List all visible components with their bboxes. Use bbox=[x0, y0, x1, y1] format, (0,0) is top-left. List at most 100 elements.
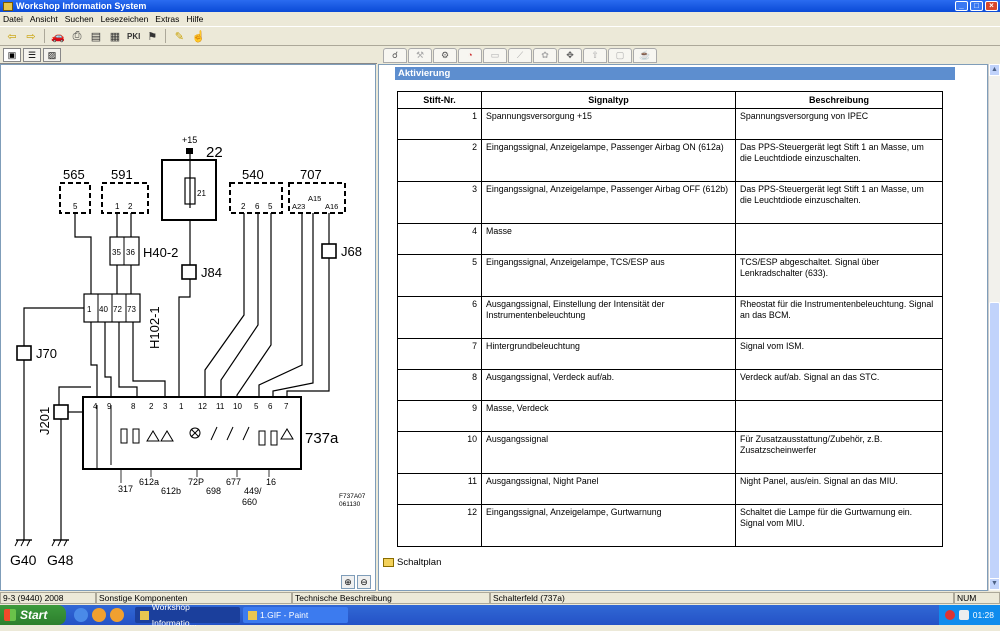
pin-737-4: 4 bbox=[93, 402, 98, 411]
maximize-button[interactable]: □ bbox=[970, 1, 983, 11]
menu-hilfe[interactable]: Hilfe bbox=[186, 14, 203, 24]
tool-icon[interactable]: ⟋ bbox=[508, 47, 532, 63]
pin-565-5: 5 bbox=[73, 202, 78, 211]
move-icon[interactable]: ✥ bbox=[558, 47, 582, 63]
list-icon[interactable]: ☰ bbox=[23, 48, 41, 62]
schaltplan-link[interactable]: Schaltplan bbox=[383, 557, 441, 568]
menu-suchen[interactable]: Suchen bbox=[65, 14, 94, 24]
book-icon[interactable]: ▣ bbox=[3, 48, 21, 62]
signal-cell: Ausgangssignal bbox=[481, 431, 736, 474]
label-plus15: +15 bbox=[182, 135, 197, 145]
description-cell: Night Panel, aus/ein. Signal an das MIU. bbox=[735, 473, 943, 505]
description-cell: Spannungsversorgung von IPEC bbox=[735, 108, 943, 140]
toolbar-separator bbox=[165, 29, 167, 43]
start-button[interactable]: Start bbox=[0, 605, 66, 625]
label-j70: J70 bbox=[36, 346, 57, 361]
zoom-in-icon[interactable]: ⊕ bbox=[341, 575, 355, 589]
pin-cell: 10 bbox=[397, 431, 482, 474]
task-workshop[interactable]: Workshop Informatio... bbox=[135, 602, 240, 628]
label-j68: J68 bbox=[341, 244, 362, 259]
lamp-icon[interactable]: ⚑ bbox=[144, 28, 160, 44]
signal-cell: Eingangssignal, Anzeigelampe, Gurtwarnun… bbox=[481, 504, 736, 547]
description-cell: Schaltet die Lampe für die Gurtwarnung e… bbox=[735, 504, 943, 547]
vertical-scrollbar[interactable]: ▲ ▼ bbox=[988, 64, 1000, 591]
network-icon[interactable] bbox=[958, 610, 969, 620]
main-toolbar: ⇦ ⇨ 🚗 ⎙ ▤ ▦ PKI ⚑ ✎ ☝ bbox=[0, 26, 1000, 46]
status-doctype: Technische Beschreibung bbox=[292, 592, 490, 604]
description-cell: Für Zusatzausstattung/Zubehör, z.B. Zusa… bbox=[735, 431, 943, 474]
zoom-out-icon[interactable]: ⊖ bbox=[357, 575, 371, 589]
document-pane: Aktivierung Stift-Nr. Signaltyp Beschrei… bbox=[378, 64, 988, 591]
pin-737-8: 8 bbox=[131, 402, 136, 411]
left-pane-tabs: ▣ ☰ ▨ bbox=[0, 47, 377, 63]
close-button[interactable]: × bbox=[985, 1, 998, 11]
wiring-diagram: +15 22 21 565 591 540 707 5 1 2 2 6 5 A2… bbox=[10, 135, 366, 568]
pin-cell: 9 bbox=[397, 400, 482, 432]
wiring-diagram-pane: +15 22 21 565 591 540 707 5 1 2 2 6 5 A2… bbox=[0, 64, 376, 591]
menu-lesezeichen[interactable]: Lesezeichen bbox=[101, 14, 149, 24]
print-icon[interactable]: ⎙ bbox=[69, 28, 85, 44]
label-612a: 612a bbox=[139, 477, 159, 487]
cup-icon[interactable]: ☕ bbox=[633, 47, 657, 63]
window-icon[interactable]: ▢ bbox=[608, 47, 632, 63]
label-c565: 565 bbox=[63, 167, 85, 182]
pki-button[interactable]: PKI bbox=[126, 28, 141, 44]
forward-arrow-icon[interactable]: ⇨ bbox=[23, 28, 39, 44]
pin-737-2: 2 bbox=[149, 402, 154, 411]
label-660: 660 bbox=[242, 497, 257, 507]
signal-cell: Eingangssignal, Anzeigelampe, Passenger … bbox=[481, 139, 736, 182]
pin-591-1: 1 bbox=[115, 202, 120, 211]
pdf-icon[interactable]: ▭ bbox=[483, 47, 507, 63]
pin-737-10: 10 bbox=[233, 402, 242, 411]
scroll-up-icon[interactable]: ▲ bbox=[989, 64, 1000, 76]
document-icon[interactable]: ▤ bbox=[88, 28, 104, 44]
label-449: 449/ bbox=[244, 486, 262, 496]
pin-cell: 8 bbox=[397, 369, 482, 401]
description-cell bbox=[735, 223, 943, 255]
stethoscope-icon[interactable]: ☌ bbox=[383, 47, 407, 63]
description-cell: Signal vom ISM. bbox=[735, 338, 943, 370]
back-arrow-icon[interactable]: ⇦ bbox=[4, 28, 20, 44]
schaltplan-label[interactable]: Schaltplan bbox=[397, 557, 441, 568]
table-row: 2 Eingangssignal, Anzeigelampe, Passenger… bbox=[397, 139, 943, 182]
pin-737-1: 1 bbox=[179, 402, 184, 411]
pencil-icon[interactable]: ✎ bbox=[171, 28, 187, 44]
pin-h40-35: 35 bbox=[112, 248, 121, 257]
pin-cell: 5 bbox=[397, 254, 482, 297]
label-c707: 707 bbox=[300, 167, 322, 182]
wrench-icon[interactable]: ⚒ bbox=[408, 47, 432, 63]
pin-737-11: 11 bbox=[216, 402, 225, 411]
menu-datei[interactable]: Datei bbox=[3, 14, 23, 24]
description-cell: TCS/ESP abgeschaltet. Signal über Lenkra… bbox=[735, 254, 943, 297]
scroll-thumb[interactable] bbox=[989, 302, 1000, 587]
toolbar-separator bbox=[44, 29, 45, 43]
export-icon[interactable]: ▦ bbox=[107, 28, 123, 44]
pin-540-2: 2 bbox=[241, 202, 246, 211]
paw-icon[interactable]: ✿ bbox=[533, 47, 557, 63]
antivirus-icon[interactable] bbox=[944, 610, 955, 620]
scroll-down-icon[interactable]: ▼ bbox=[989, 578, 1000, 590]
ie-icon[interactable] bbox=[74, 608, 88, 622]
pointer-icon[interactable]: ☝ bbox=[190, 28, 206, 44]
task-workshop-label: Workshop Informatio... bbox=[151, 602, 197, 628]
menu-extras[interactable]: Extras bbox=[155, 14, 179, 24]
image-icon[interactable]: ▨ bbox=[43, 48, 61, 62]
firefox-icon[interactable] bbox=[92, 608, 106, 622]
label-c540: 540 bbox=[242, 167, 264, 182]
minimize-button[interactable]: _ bbox=[955, 1, 968, 11]
gear-icon[interactable]: ⚙ bbox=[433, 47, 457, 63]
menu-ansicht[interactable]: Ansicht bbox=[30, 14, 58, 24]
task-paint[interactable]: 1.GIF - Paint bbox=[243, 607, 348, 623]
pin-737-7: 7 bbox=[284, 402, 289, 411]
pin-540-6: 6 bbox=[255, 202, 260, 211]
table-row: 11 Ausgangssignal, Night Panel Night Panel… bbox=[397, 473, 943, 505]
media-icon[interactable] bbox=[110, 608, 124, 622]
windows-flag-icon bbox=[4, 609, 16, 621]
signal-cell: Eingangssignal, Anzeigelampe, TCS/ESP au… bbox=[481, 254, 736, 297]
pin-737-12: 12 bbox=[198, 402, 207, 411]
car-icon[interactable]: 🚗 bbox=[50, 28, 66, 44]
up-icon[interactable]: ⇧ bbox=[583, 47, 607, 63]
stopwatch-icon[interactable]: ◔ bbox=[458, 47, 482, 63]
label-g48: G48 bbox=[47, 552, 74, 568]
description-cell: Das PPS-Steuergerät legt Stift 1 an Mass… bbox=[735, 139, 943, 182]
